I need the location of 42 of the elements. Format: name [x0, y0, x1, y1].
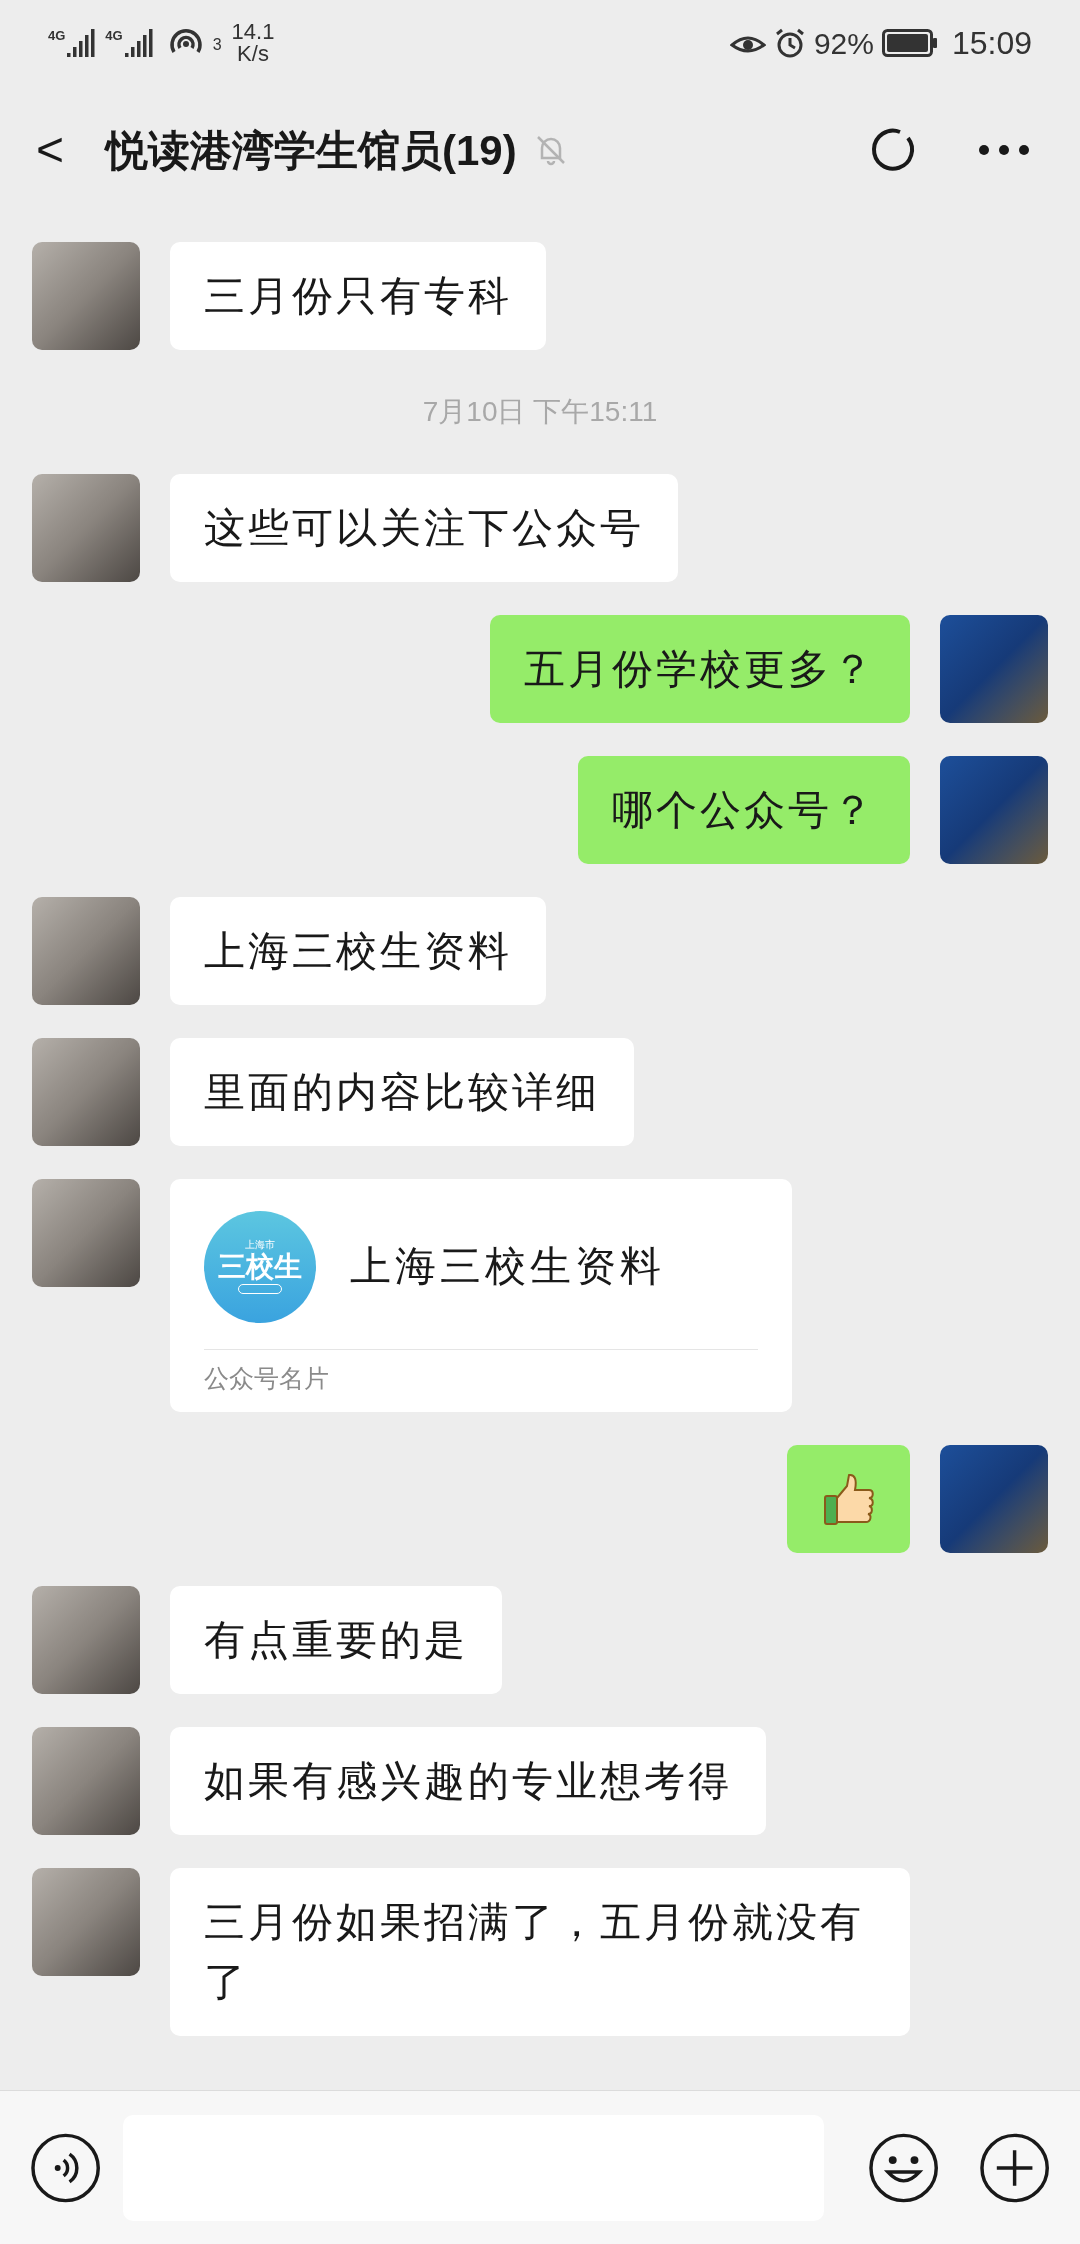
message-bubble[interactable]: [787, 1444, 910, 1553]
message-bubble[interactable]: 哪个公众号？: [578, 756, 910, 864]
message-bubble[interactable]: 三月份如果招满了，五月份就没有了: [170, 1867, 910, 2036]
battery-icon: [881, 29, 938, 57]
avatar-photo[interactable]: [32, 1179, 140, 1287]
signal-icon: [67, 29, 96, 57]
message-bubble[interactable]: 如果有感兴趣的专业想考得: [170, 1726, 766, 1835]
avatar-photo[interactable]: [32, 1726, 140, 1835]
avatar-photo[interactable]: [32, 897, 140, 1005]
network-type-label: 4G: [105, 29, 123, 42]
logo-title: 三校生: [218, 1250, 302, 1284]
avatar-photo[interactable]: [32, 242, 140, 350]
more-icon[interactable]: [978, 144, 1030, 156]
clock-time: 15:09: [951, 24, 1032, 63]
message-bubble[interactable]: 这些可以关注下公众号: [170, 474, 678, 582]
message-bubble[interactable]: 三月份只有专科: [170, 242, 546, 350]
battery-percent: 92%: [813, 25, 874, 62]
thumbs-up-icon: [822, 1471, 875, 1526]
avatar-photo[interactable]: [32, 1038, 140, 1146]
card-type-label: 公众号名片: [204, 1363, 330, 1394]
message-bubble[interactable]: 上海三校生资料: [170, 897, 546, 1005]
signal-icon: [124, 29, 153, 57]
chat-title: 悦读港湾学生馆员(19): [106, 125, 517, 176]
emoji-icon[interactable]: [867, 2131, 939, 2204]
avatar-photo[interactable]: [32, 1867, 140, 1976]
message-bubble[interactable]: 五月份学校更多？: [490, 615, 910, 723]
network-type-label: 4G: [48, 29, 66, 42]
speed-unit: K/s: [237, 43, 269, 65]
hotspot-count: 3: [212, 35, 222, 55]
message-bubble[interactable]: 有点重要的是: [170, 1585, 502, 1694]
logo-subtitle: 上海市: [245, 1240, 275, 1250]
alarm-icon: [773, 27, 806, 59]
avatar-photo[interactable]: [32, 474, 140, 582]
network-speed: 14.1: [231, 21, 275, 43]
plus-icon[interactable]: [978, 2131, 1050, 2204]
account-name: 上海三校生资料: [350, 1242, 665, 1292]
message-bubble[interactable]: 里面的内容比较详细: [170, 1038, 634, 1146]
timestamp: 7月10日 下午15:11: [422, 395, 658, 429]
avatar-photo[interactable]: [32, 1585, 140, 1694]
voice-icon[interactable]: [30, 2131, 102, 2204]
back-button[interactable]: <: [36, 120, 76, 180]
account-card[interactable]: 上海市 三校生 上海三校生资料 公众号名片: [170, 1179, 792, 1412]
